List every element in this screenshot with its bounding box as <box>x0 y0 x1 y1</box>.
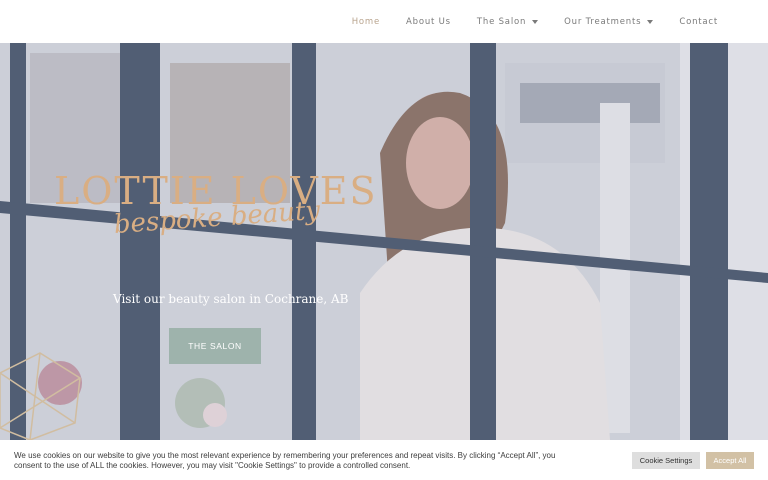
nav-about-us[interactable]: About Us <box>406 17 451 27</box>
hero-tagline: Visit our beauty salon in Cochrane, AB <box>113 292 349 306</box>
cookie-consent-text: We use cookies on our website to give yo… <box>14 451 556 470</box>
the-salon-button[interactable]: THE SALON <box>169 328 261 364</box>
chevron-down-icon <box>647 19 654 24</box>
nav-the-salon[interactable]: The Salon <box>476 16 539 27</box>
nav-the-salon-label: The Salon <box>476 16 527 27</box>
main-nav: Home About Us The Salon Our Treatments C… <box>352 0 718 43</box>
nav-home[interactable]: Home <box>352 17 380 27</box>
nav-our-treatments[interactable]: Our Treatments <box>564 16 654 27</box>
cookie-consent-bar: We use cookies on our website to give yo… <box>0 440 768 480</box>
site-header: Home About Us The Salon Our Treatments C… <box>0 0 768 43</box>
accept-all-button[interactable]: Accept All <box>706 452 754 469</box>
hero-section: LOTTIE LOVES bespoke beauty Visit our be… <box>0 43 768 440</box>
hero-overlay <box>0 43 768 440</box>
nav-contact[interactable]: Contact <box>679 17 718 27</box>
chevron-down-icon <box>532 19 539 24</box>
nav-our-treatments-label: Our Treatments <box>564 16 642 27</box>
cookie-settings-button[interactable]: Cookie Settings <box>632 452 700 469</box>
nav-home-label: Home <box>351 16 381 27</box>
nav-contact-label: Contact <box>679 16 718 27</box>
nav-about-us-label: About Us <box>406 16 451 27</box>
